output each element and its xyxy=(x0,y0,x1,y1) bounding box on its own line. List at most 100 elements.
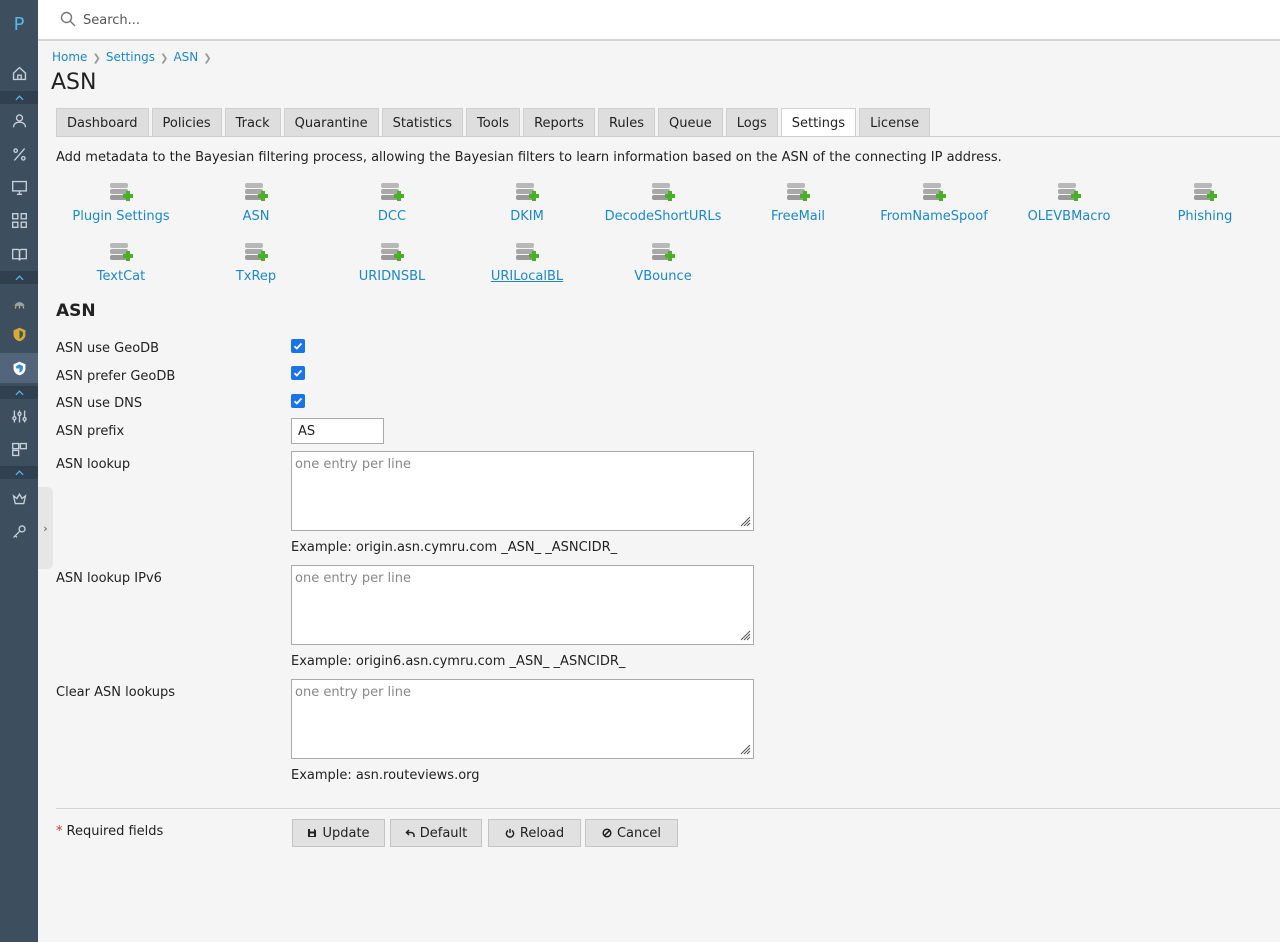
expand-sidebar-icon[interactable]: › xyxy=(38,487,53,569)
lookup-label: ASN lookup xyxy=(56,457,131,472)
ban-icon xyxy=(602,828,612,838)
plugin-link-fromnamespoof[interactable]: FromNameSpoof xyxy=(866,180,1002,224)
prefer-geodb-label: ASN prefer GeoDB xyxy=(56,369,176,384)
page-description: Add metadata to the Bayesian filtering p… xyxy=(56,150,1002,165)
user-icon[interactable] xyxy=(7,108,31,132)
breadcrumb: Home ❯ Settings ❯ ASN ❯ xyxy=(52,50,217,64)
clear-lookups-example: Example: asn.routeviews.org xyxy=(291,768,480,783)
plugin-link-dcc[interactable]: DCC xyxy=(324,180,460,224)
default-button[interactable]: Default xyxy=(390,819,482,847)
plugin-add-icon xyxy=(1056,180,1082,206)
dashboard-icon[interactable] xyxy=(7,437,31,461)
lookup-example: Example: origin.asn.cymru.com _ASN_ _ASN… xyxy=(291,540,618,555)
lookup-ipv6-textarea[interactable] xyxy=(291,565,754,645)
tab-license[interactable]: License xyxy=(859,108,931,137)
tab-queue[interactable]: Queue xyxy=(658,108,723,137)
shield-settings-icon[interactable] xyxy=(0,353,38,383)
home-icon[interactable] xyxy=(7,61,31,85)
tab-reports[interactable]: Reports xyxy=(523,108,595,137)
form-divider xyxy=(56,808,1280,809)
key-icon[interactable] xyxy=(7,519,31,543)
plugin-add-icon xyxy=(108,180,134,206)
chevron-right-icon: ❯ xyxy=(160,53,169,64)
plugin-link-plugin-settings[interactable]: Plugin Settings xyxy=(53,180,189,224)
use-geodb-label: ASN use GeoDB xyxy=(56,341,160,356)
tab-divider xyxy=(56,136,1280,137)
chevron-right-icon: ❯ xyxy=(203,53,212,64)
prefer-geodb-checkbox[interactable] xyxy=(291,366,305,380)
plugin-add-icon xyxy=(514,240,540,266)
plugin-link-dkim[interactable]: DKIM xyxy=(459,180,595,224)
plugin-link-phishing[interactable]: Phishing xyxy=(1137,180,1273,224)
plugin-link-asn[interactable]: ASN xyxy=(188,180,324,224)
plugin-add-icon xyxy=(921,180,947,206)
plugin-link-textcat[interactable]: TextCat xyxy=(53,240,189,284)
plugin-add-icon xyxy=(108,240,134,266)
plugin-add-icon xyxy=(379,180,405,206)
lookup-textarea[interactable] xyxy=(291,451,754,531)
plugin-add-icon xyxy=(243,240,269,266)
use-geodb-checkbox[interactable] xyxy=(291,339,305,353)
tab-tools[interactable]: Tools xyxy=(466,108,521,137)
cancel-button[interactable]: Cancel xyxy=(585,819,678,847)
save-icon xyxy=(308,829,317,837)
plugin-link-decodeshorturls[interactable]: DecodeShortURLs xyxy=(595,180,731,224)
prefix-input[interactable] xyxy=(291,418,384,444)
search-bar xyxy=(38,0,1280,41)
collapse-group-icon[interactable] xyxy=(0,386,38,399)
plugin-add-icon xyxy=(514,180,540,206)
power-icon xyxy=(505,828,515,838)
sliders-icon[interactable] xyxy=(7,404,31,428)
plugin-add-icon xyxy=(379,240,405,266)
reload-button[interactable]: Reload xyxy=(488,819,581,847)
required-fields-text: Required fields xyxy=(66,824,164,839)
search-input[interactable] xyxy=(81,9,681,31)
required-star: * xyxy=(56,824,63,839)
section-title: ASN xyxy=(56,301,96,321)
grid-icon[interactable] xyxy=(7,208,31,232)
clear-lookups-label: Clear ASN lookups xyxy=(56,685,176,700)
required-fields-note: * Required fields xyxy=(56,824,163,839)
tab-logs[interactable]: Logs xyxy=(725,108,778,137)
monitor-icon[interactable] xyxy=(7,175,31,199)
tab-settings[interactable]: Settings xyxy=(780,108,857,137)
breadcrumb-home[interactable]: Home xyxy=(52,50,87,64)
plugin-link-txrep[interactable]: TxRep xyxy=(188,240,324,284)
plugin-link-vbounce[interactable]: VBounce xyxy=(595,240,731,284)
breadcrumb-settings[interactable]: Settings xyxy=(106,50,155,64)
tab-statistics[interactable]: Statistics xyxy=(381,108,464,137)
shield-icon[interactable] xyxy=(7,322,31,346)
prefix-label: ASN prefix xyxy=(56,424,125,439)
resize-handle-icon[interactable] xyxy=(740,630,751,641)
use-dns-checkbox[interactable] xyxy=(291,394,305,408)
resize-handle-icon[interactable] xyxy=(740,744,751,755)
lookup-ipv6-label: ASN lookup IPv6 xyxy=(56,571,162,586)
search-icon xyxy=(60,11,76,27)
breadcrumb-asn[interactable]: ASN xyxy=(173,50,198,64)
tab-dashboard[interactable]: Dashboard xyxy=(56,108,149,137)
page-title: ASN xyxy=(51,70,97,95)
plugin-link-urilocalbl[interactable]: URILocalBL xyxy=(459,240,595,284)
tab-rules[interactable]: Rules xyxy=(597,108,656,137)
plugin-link-uridnsbl[interactable]: URIDNSBL xyxy=(324,240,460,284)
main-tabs: Dashboard Policies Track Quarantine Stat… xyxy=(56,108,931,137)
crown-icon[interactable] xyxy=(7,486,31,510)
plugin-link-freemail[interactable]: FreeMail xyxy=(730,180,866,224)
plugin-add-icon xyxy=(650,240,676,266)
collapse-group-icon[interactable] xyxy=(0,466,38,479)
resize-handle-icon[interactable] xyxy=(740,516,751,527)
plugin-add-icon xyxy=(1192,180,1218,206)
chevron-right-icon: ❯ xyxy=(92,53,101,64)
percent-icon[interactable] xyxy=(7,142,31,166)
app-logo[interactable]: P xyxy=(0,14,38,35)
collapse-group-icon[interactable] xyxy=(0,271,38,284)
plugin-link-olevbmacro[interactable]: OLEVBMacro xyxy=(1001,180,1137,224)
spam-icon[interactable] xyxy=(7,290,31,314)
clear-lookups-textarea[interactable] xyxy=(291,679,754,759)
tab-track[interactable]: Track xyxy=(224,108,281,137)
update-button[interactable]: Update xyxy=(292,819,385,847)
book-icon[interactable] xyxy=(7,242,31,266)
tab-quarantine[interactable]: Quarantine xyxy=(283,108,379,137)
tab-policies[interactable]: Policies xyxy=(151,108,222,137)
collapse-group-icon[interactable] xyxy=(0,91,38,104)
